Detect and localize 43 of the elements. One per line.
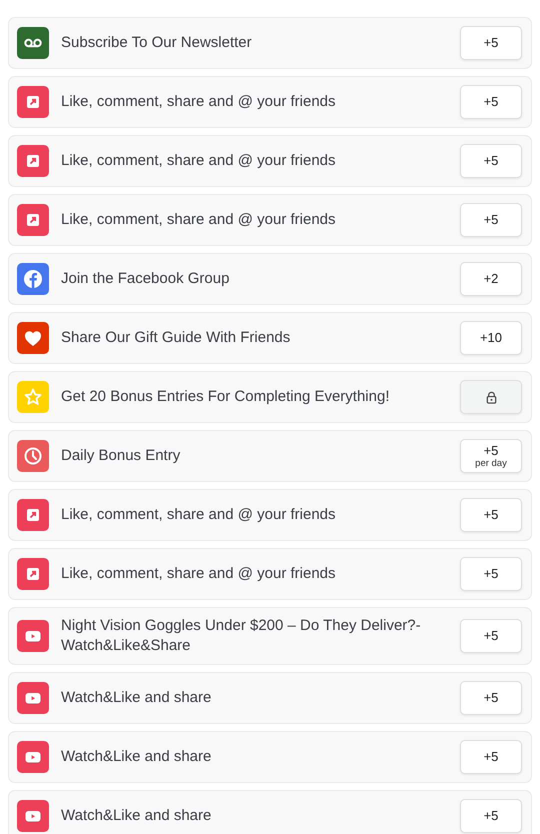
- entry-row[interactable]: Night Vision Goggles Under $200 – Do They Deliver?- Watch&Like&Share +5: [8, 607, 532, 665]
- points-button[interactable]: +5: [460, 740, 522, 774]
- points-button[interactable]: +5 per day: [460, 439, 522, 473]
- entry-row[interactable]: Like, comment, share and @ your friends +5: [8, 135, 532, 187]
- entry-title: Watch&Like and share: [61, 747, 212, 767]
- points-button[interactable]: +5: [460, 619, 522, 653]
- entry-title: Daily Bonus Entry: [61, 446, 182, 466]
- entry-row[interactable]: Share Our Gift Guide With Friends +10: [8, 312, 532, 364]
- entry-title: Watch&Like and share: [61, 688, 212, 708]
- points-button[interactable]: +5: [460, 557, 522, 591]
- entry-row[interactable]: Watch&Like and share +5: [8, 790, 532, 834]
- locked-button[interactable]: [460, 380, 522, 414]
- points-button[interactable]: +2: [460, 262, 522, 296]
- entry-title: Join the Facebook Group: [61, 269, 230, 289]
- entry-title: Like, comment, share and @ your friends: [61, 505, 337, 525]
- points-button[interactable]: +5: [460, 203, 522, 237]
- entry-row[interactable]: Like, comment, share and @ your friends +5: [8, 76, 532, 128]
- points-button[interactable]: +5: [460, 85, 522, 119]
- entry-title: Like, comment, share and @ your friends: [61, 564, 337, 584]
- entry-row[interactable]: Join the Facebook Group +2: [8, 253, 532, 305]
- points-button[interactable]: +5: [460, 26, 522, 60]
- entry-row[interactable]: Watch&Like and share +5: [8, 672, 532, 724]
- entry-row[interactable]: Like, comment, share and @ your friends +5: [8, 548, 532, 600]
- entry-row[interactable]: Watch&Like and share +5: [8, 731, 532, 783]
- lock-icon: [484, 390, 498, 404]
- entry-title: Watch&Like and share: [61, 806, 212, 826]
- points-button[interactable]: +5: [460, 498, 522, 532]
- entry-title: Share Our Gift Guide With Friends: [61, 328, 292, 348]
- points-button[interactable]: +5: [460, 799, 522, 833]
- entry-title: Subscribe To Our Newsletter: [61, 33, 253, 53]
- entry-title: Like, comment, share and @ your friends: [61, 92, 337, 112]
- entry-row[interactable]: Daily Bonus Entry +5 per day: [8, 430, 532, 482]
- points-button[interactable]: +5: [460, 144, 522, 178]
- entry-title: Get 20 Bonus Entries For Completing Everything!: [61, 387, 390, 407]
- points-button[interactable]: +5: [460, 681, 522, 715]
- entry-title: Night Vision Goggles Under $200 – Do They Deliver?- Watch&Like&Share: [61, 616, 422, 656]
- entry-row[interactable]: Like, comment, share and @ your friends +5: [8, 194, 532, 246]
- points-button[interactable]: +10: [460, 321, 522, 355]
- entry-title: Like, comment, share and @ your friends: [61, 151, 337, 171]
- entry-row[interactable]: Subscribe To Our Newsletter +5: [8, 17, 532, 69]
- entry-row[interactable]: Like, comment, share and @ your friends +5: [8, 489, 532, 541]
- entry-row[interactable]: Get 20 Bonus Entries For Completing Everything!: [8, 371, 532, 423]
- entry-title: Like, comment, share and @ your friends: [61, 210, 337, 230]
